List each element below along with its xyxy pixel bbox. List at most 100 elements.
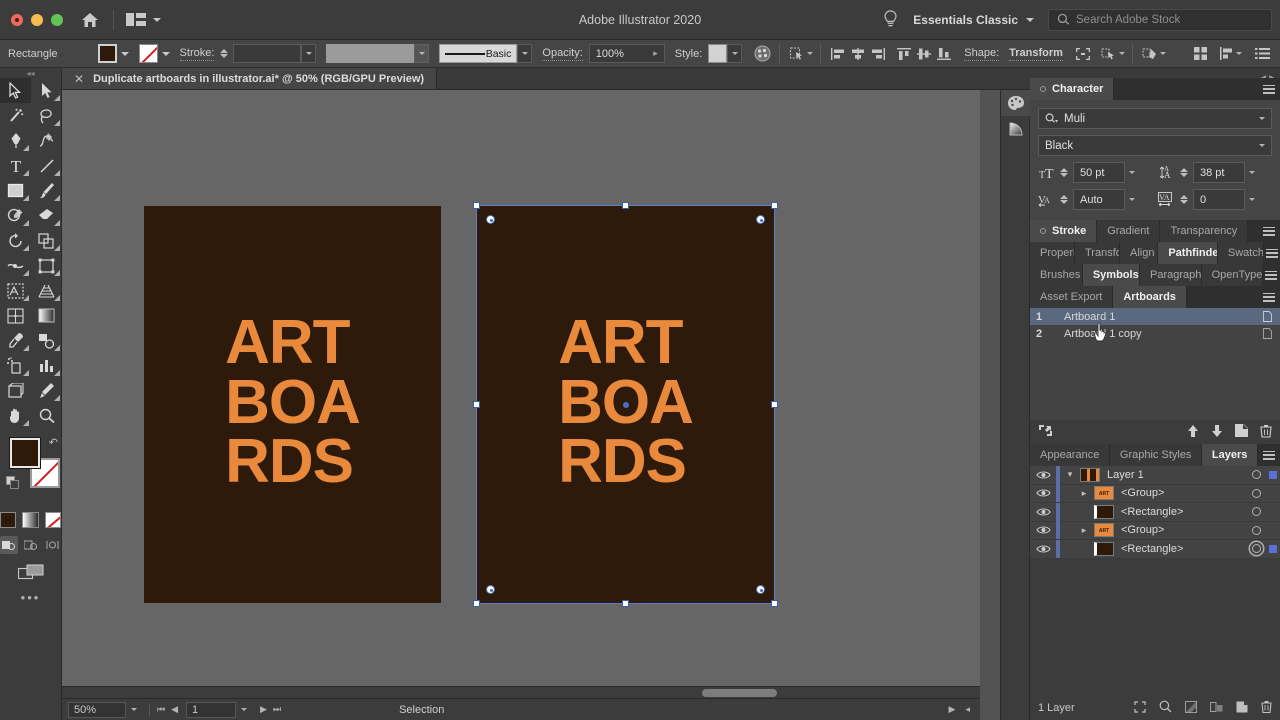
layer-disclosure-triangle[interactable]: ▸ — [1074, 525, 1094, 536]
gradient-panel-icon[interactable] — [1001, 116, 1031, 142]
symbol-sprayer-tool[interactable] — [0, 353, 31, 378]
previous-artboard-icon[interactable]: ◀ — [171, 704, 178, 715]
tab-paragraph[interactable]: Paragraph — [1140, 264, 1202, 286]
edit-toolbar-ellipsis[interactable]: ••• — [0, 590, 61, 605]
tab-graphic-styles[interactable]: Graphic Styles — [1109, 444, 1202, 466]
status-menu-icon[interactable]: ▶ — [949, 704, 956, 715]
font-size-chevron-icon[interactable] — [1129, 171, 1135, 174]
layer-disclosure-triangle[interactable]: ▸ — [1074, 488, 1094, 499]
eyedropper-tool[interactable] — [0, 328, 31, 353]
type-tool[interactable]: T — [0, 153, 31, 178]
close-window-button[interactable] — [11, 13, 23, 26]
tab-pathfinder[interactable]: Pathfinder — [1158, 242, 1218, 264]
layer-name[interactable]: Layer 1 — [1107, 469, 1246, 481]
chevron-down-icon[interactable] — [153, 17, 161, 22]
layer-row-rectangle-1[interactable]: <Rectangle> — [1030, 502, 1280, 522]
document-tab[interactable]: ✕ Duplicate artboards in illustrator.ai*… — [62, 68, 438, 89]
chevron-down-icon[interactable] — [1159, 52, 1166, 55]
stroke-profile-select[interactable] — [326, 44, 415, 63]
layers-list[interactable]: ▾ Layer 1 ▸ <Group> — [1030, 465, 1280, 559]
tab-gradient[interactable]: Gradient — [1097, 220, 1161, 242]
gradient-mode[interactable] — [22, 512, 39, 528]
shaper-tool[interactable] — [0, 203, 31, 228]
artboard-1-copy[interactable]: ART BOA RDS — [477, 206, 774, 603]
font-size-input[interactable]: 50 pt — [1073, 162, 1125, 183]
layer-row-rectangle-2[interactable]: <Rectangle> — [1030, 539, 1280, 559]
artboard-list-item-1[interactable]: 1 Artboard 1 — [1030, 308, 1280, 325]
canvas-horizontal-scrollbar[interactable] — [62, 686, 980, 698]
fill-color-swatch[interactable] — [97, 44, 117, 63]
lightbulb-icon[interactable] — [877, 7, 903, 33]
layer-target-icon[interactable] — [1246, 525, 1266, 535]
layers-panel-menu-icon[interactable] — [1258, 444, 1280, 466]
delete-layer-icon[interactable] — [1261, 700, 1272, 716]
toolbar-grip[interactable]: ◂◂ — [0, 68, 61, 78]
horizontal-scroll-thumb[interactable] — [702, 689, 777, 697]
change-screen-mode-icon[interactable] — [0, 564, 61, 580]
shape-builder-tool[interactable] — [0, 278, 31, 303]
tab-layers[interactable]: Layers — [1201, 444, 1259, 466]
make-clipping-mask-icon[interactable] — [1185, 700, 1197, 716]
workspace-switcher[interactable]: Essentials Classic — [903, 9, 1044, 31]
visibility-eye-icon[interactable] — [1030, 470, 1056, 480]
character-panel-menu-icon[interactable] — [1258, 78, 1280, 100]
layer-row-layer-1[interactable]: ▾ Layer 1 — [1030, 465, 1280, 485]
font-family-select[interactable]: Muli — [1038, 108, 1272, 129]
rotate-tool[interactable] — [0, 228, 31, 253]
visibility-eye-icon[interactable] — [1030, 507, 1056, 517]
opacity-input[interactable]: 100% ▸ — [588, 44, 665, 63]
search-layer-icon[interactable] — [1159, 700, 1172, 716]
layer-name[interactable]: <Rectangle> — [1121, 506, 1246, 518]
width-tool[interactable] — [0, 253, 31, 278]
layer-target-icon[interactable] — [1246, 488, 1266, 498]
leading-stepper[interactable] — [1180, 168, 1189, 177]
line-segment-tool[interactable] — [31, 153, 62, 178]
canvas-area[interactable]: ART BOA RDS ART BOA RDS — [62, 90, 980, 698]
artboards-list[interactable]: 1 Artboard 1 2 Artboard 1 copy — [1030, 308, 1280, 420]
layer-name[interactable]: <Group> — [1121, 487, 1246, 499]
brush-definition-select[interactable]: Basic — [439, 44, 518, 63]
chevron-down-icon[interactable] — [1236, 52, 1242, 55]
tab-transform[interactable]: Transfo — [1075, 242, 1120, 264]
brush-dropdown[interactable] — [517, 44, 533, 63]
layer-row-group-1[interactable]: ▸ <Group> — [1030, 484, 1280, 503]
free-transform-tool[interactable] — [31, 253, 62, 278]
search-input[interactable]: Search Adobe Stock — [1076, 14, 1180, 26]
tab-symbols[interactable]: Symbols — [1082, 264, 1141, 286]
opacity-label[interactable]: Opacity: — [542, 47, 583, 61]
align-bottom-icon[interactable] — [934, 44, 954, 64]
layer-row-group-2[interactable]: ▸ <Group> — [1030, 521, 1280, 540]
new-artboard-icon[interactable] — [1235, 424, 1248, 440]
fill-chevron-down-icon[interactable] — [120, 51, 129, 56]
font-family-chevron-icon[interactable] — [1259, 117, 1265, 120]
tab-transparency[interactable]: Transparency — [1160, 220, 1249, 242]
mesh-tool[interactable] — [0, 303, 31, 328]
stroke-weight-label[interactable]: Stroke: — [179, 47, 215, 61]
tracking-stepper[interactable] — [1180, 195, 1189, 204]
curvature-tool[interactable] — [31, 128, 62, 153]
draw-normal-icon[interactable] — [0, 536, 18, 554]
tracking-input[interactable]: 0 — [1193, 189, 1245, 210]
toolbar-fill-swatch[interactable] — [9, 437, 41, 469]
align-center-horizontal-icon[interactable] — [848, 44, 868, 64]
draw-inside-icon[interactable] — [43, 536, 61, 554]
pen-tool[interactable] — [0, 128, 31, 153]
column-graph-tool[interactable] — [31, 353, 62, 378]
artboard-list-item-2[interactable]: 2 Artboard 1 copy — [1030, 325, 1280, 342]
tab-appearance[interactable]: Appearance — [1030, 444, 1110, 466]
zoom-tool[interactable] — [31, 403, 62, 428]
align-top-icon[interactable] — [894, 44, 914, 64]
layer-disclosure-triangle[interactable]: ▾ — [1060, 469, 1080, 480]
stroke-weight-input[interactable] — [233, 44, 302, 63]
visibility-eye-icon[interactable] — [1030, 544, 1056, 554]
rearrange-artboards-icon[interactable] — [1038, 424, 1053, 440]
perspective-grid-tool[interactable] — [31, 278, 62, 303]
layer-target-icon[interactable] — [1246, 507, 1266, 517]
kerning-chevron-icon[interactable] — [1129, 198, 1135, 201]
next-artboard-icon[interactable]: ▶ — [260, 704, 267, 715]
shape-label[interactable]: Shape: — [964, 47, 1000, 61]
artboard-page-icon[interactable] — [1260, 311, 1274, 322]
graphic-style-dropdown[interactable] — [727, 44, 743, 63]
artboard-dropdown[interactable] — [236, 702, 252, 718]
close-icon[interactable]: ✕ — [74, 72, 84, 86]
